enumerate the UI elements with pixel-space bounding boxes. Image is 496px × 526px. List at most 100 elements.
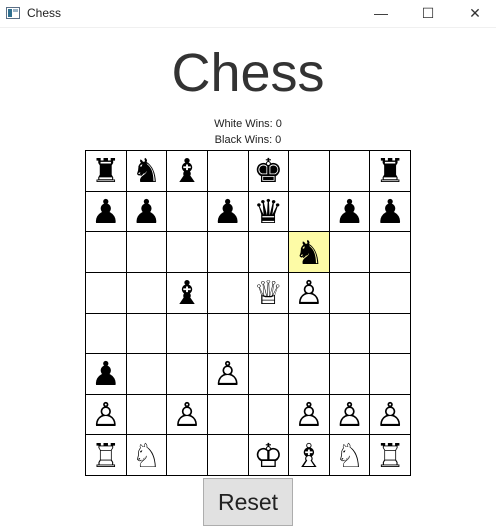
white-pawn-icon: ♙: [294, 273, 324, 313]
board-square-a3[interactable]: ♟: [86, 354, 126, 394]
black-pawn-icon: ♟: [212, 191, 243, 231]
board-square-f6[interactable]: ♞: [289, 232, 329, 272]
board-square-h5[interactable]: [370, 272, 410, 313]
board-square-h6[interactable]: [370, 232, 410, 272]
board-square-f8[interactable]: [289, 151, 329, 191]
board-square-f2[interactable]: ♙: [289, 394, 329, 435]
board-square-a5[interactable]: [86, 272, 126, 313]
minimize-icon: —: [374, 5, 388, 21]
white-knight-icon: ♘: [131, 435, 162, 475]
white-queen-icon: ♕: [253, 273, 284, 313]
board-square-g5[interactable]: [329, 272, 370, 313]
board-square-b6[interactable]: [126, 232, 167, 272]
board-square-c5[interactable]: ♝: [167, 272, 207, 313]
black-queen-icon: ♛: [253, 191, 284, 231]
board-square-d7[interactable]: ♟: [207, 191, 248, 232]
board-square-f4[interactable]: [289, 313, 329, 354]
board-square-f3[interactable]: [289, 354, 329, 394]
board-square-g1[interactable]: ♘: [329, 435, 370, 475]
board-square-c4[interactable]: [167, 313, 207, 354]
page-title: Chess: [171, 43, 325, 103]
board-square-b8[interactable]: ♞: [126, 151, 167, 191]
board-square-d8[interactable]: [207, 151, 248, 191]
board-square-a6[interactable]: [86, 232, 126, 272]
close-icon: ✕: [469, 4, 481, 21]
board-square-d1[interactable]: [207, 435, 248, 475]
board-square-g3[interactable]: [329, 354, 370, 394]
board-square-e3[interactable]: [248, 354, 289, 394]
board-square-d5[interactable]: [207, 272, 248, 313]
board-square-g7[interactable]: ♟: [329, 191, 370, 232]
board-square-d3[interactable]: ♙: [207, 354, 248, 394]
board-square-e1[interactable]: ♔: [248, 435, 289, 475]
board-square-e6[interactable]: [248, 232, 289, 272]
board-square-a4[interactable]: [86, 313, 126, 354]
board-square-h1[interactable]: ♖: [370, 435, 410, 475]
board-square-c3[interactable]: [167, 354, 207, 394]
board-square-g8[interactable]: [329, 151, 370, 191]
chess-board: ♜ ♞ ♝ ♚ ♜ ♟ ♟ ♟ ♛ ♟ ♟ ♞ ♝ ♕ ♙ ♟ ♙ ♙ ♙ ♙ ♙ ♙ ♖ ♘ ♔ ♗ ♘ ♖: [85, 150, 411, 476]
black-bishop-icon: ♝: [172, 151, 202, 191]
white-wins-label: White Wins: 0: [214, 118, 282, 130]
board-square-g6[interactable]: [329, 232, 370, 272]
board-square-b1[interactable]: ♘: [126, 435, 167, 475]
black-pawn-icon: ♟: [91, 191, 121, 231]
black-bishop-icon: ♝: [172, 273, 202, 313]
close-button[interactable]: ✕: [452, 0, 496, 26]
board-square-b4[interactable]: [126, 313, 167, 354]
board-square-b5[interactable]: [126, 272, 167, 313]
board-square-b3[interactable]: [126, 354, 167, 394]
white-pawn-icon: ♙: [212, 354, 243, 394]
board-square-h4[interactable]: [370, 313, 410, 354]
board-square-d4[interactable]: [207, 313, 248, 354]
board-square-e4[interactable]: [248, 313, 289, 354]
board-square-c6[interactable]: [167, 232, 207, 272]
board-square-f1[interactable]: ♗: [289, 435, 329, 475]
board-square-b2[interactable]: [126, 394, 167, 435]
maximize-button[interactable]: ☐: [405, 0, 451, 26]
white-rook-icon: ♖: [375, 435, 405, 475]
board-square-c2[interactable]: ♙: [167, 394, 207, 435]
board-square-a2[interactable]: ♙: [86, 394, 126, 435]
board-square-f7[interactable]: [289, 191, 329, 232]
board-square-d2[interactable]: [207, 394, 248, 435]
reset-button[interactable]: Reset: [203, 478, 293, 526]
white-pawn-icon: ♙: [294, 395, 324, 435]
board-square-f5[interactable]: ♙: [289, 272, 329, 313]
black-king-icon: ♚: [253, 151, 284, 191]
board-square-e5[interactable]: ♕: [248, 272, 289, 313]
minimize-button[interactable]: —: [358, 0, 404, 26]
board-square-c1[interactable]: [167, 435, 207, 475]
board-square-d6[interactable]: [207, 232, 248, 272]
board-square-h7[interactable]: ♟: [370, 191, 410, 232]
board-square-g4[interactable]: [329, 313, 370, 354]
white-knight-icon: ♘: [334, 435, 365, 475]
white-pawn-icon: ♙: [375, 395, 405, 435]
board-square-c7[interactable]: [167, 191, 207, 232]
black-wins-label: Black Wins: 0: [214, 134, 282, 146]
board-square-a1[interactable]: ♖: [86, 435, 126, 475]
white-pawn-icon: ♙: [334, 395, 365, 435]
white-bishop-icon: ♗: [294, 435, 324, 475]
board-square-e8[interactable]: ♚: [248, 151, 289, 191]
board-square-a7[interactable]: ♟: [86, 191, 126, 232]
board-square-h8[interactable]: ♜: [370, 151, 410, 191]
maximize-icon: ☐: [421, 4, 435, 21]
board-square-h2[interactable]: ♙: [370, 394, 410, 435]
app-icon: [6, 7, 20, 19]
board-square-h3[interactable]: [370, 354, 410, 394]
white-pawn-icon: ♙: [91, 395, 121, 435]
title-bar: Chess — ☐ ✕: [0, 0, 496, 28]
black-knight-icon: ♞: [294, 232, 324, 272]
board-square-e2[interactable]: [248, 394, 289, 435]
black-pawn-icon: ♟: [91, 354, 121, 394]
board-square-c8[interactable]: ♝: [167, 151, 207, 191]
black-pawn-icon: ♟: [131, 191, 162, 231]
board-square-b7[interactable]: ♟: [126, 191, 167, 232]
window-title: Chess: [27, 6, 62, 20]
board-square-g2[interactable]: ♙: [329, 394, 370, 435]
white-king-icon: ♔: [253, 435, 284, 475]
board-square-a8[interactable]: ♜: [86, 151, 126, 191]
black-rook-icon: ♜: [375, 151, 405, 191]
board-square-e7[interactable]: ♛: [248, 191, 289, 232]
